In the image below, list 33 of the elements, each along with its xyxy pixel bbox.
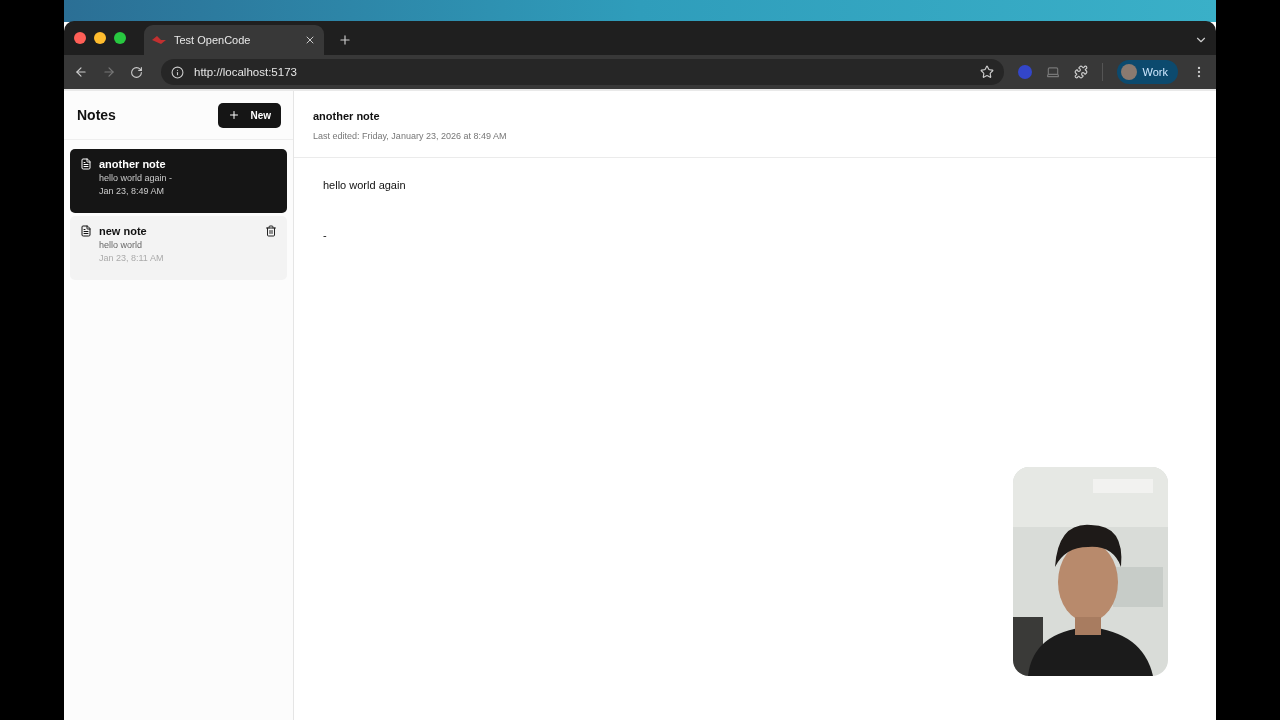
- close-window-button[interactable]: [74, 32, 86, 44]
- bookmark-star-icon[interactable]: [979, 65, 994, 79]
- maximize-window-button[interactable]: [114, 32, 126, 44]
- note-preview: hello world again -: [99, 173, 174, 183]
- document-icon: [80, 158, 92, 170]
- new-note-button[interactable]: New: [218, 102, 281, 128]
- note-title: another note: [99, 158, 167, 170]
- sidebar-title: Notes: [77, 107, 116, 123]
- last-edited-text: Last edited: Friday, January 23, 2026 at 8:49 AM: [313, 131, 508, 141]
- back-icon[interactable]: [74, 65, 88, 79]
- note-item[interactable]: new note hello world Jan 23, 8:11 AM: [70, 216, 287, 280]
- browser-tab[interactable]: Test OpenCode: [144, 25, 324, 55]
- address-bar[interactable]: http://localhost:5173: [161, 59, 1004, 85]
- note-heading: another note: [313, 110, 381, 122]
- info-icon[interactable]: [171, 65, 184, 79]
- profile-button[interactable]: Work: [1116, 60, 1178, 84]
- note-text-line: hello world again: [323, 179, 407, 191]
- laptop-icon[interactable]: [1045, 65, 1060, 79]
- note-date: Jan 23, 8:49 AM: [99, 186, 166, 196]
- close-icon[interactable]: [304, 34, 316, 46]
- note-item[interactable]: another note hello world again - Jan 23, 8:49 AM: [70, 149, 287, 213]
- note-date: Jan 23, 8:11 AM: [99, 253, 165, 263]
- plus-icon: [228, 109, 241, 121]
- note-preview: hello world: [99, 240, 144, 250]
- puzzle-icon[interactable]: [1073, 65, 1088, 79]
- reload-icon[interactable]: [130, 65, 143, 79]
- forward-icon[interactable]: [102, 65, 116, 79]
- note-title: new note: [99, 225, 148, 237]
- trash-icon[interactable]: [265, 225, 277, 237]
- minimize-window-button[interactable]: [94, 32, 106, 44]
- note-text-line: -: [323, 229, 328, 241]
- app-logo-icon: [152, 35, 166, 45]
- document-icon: [80, 225, 92, 237]
